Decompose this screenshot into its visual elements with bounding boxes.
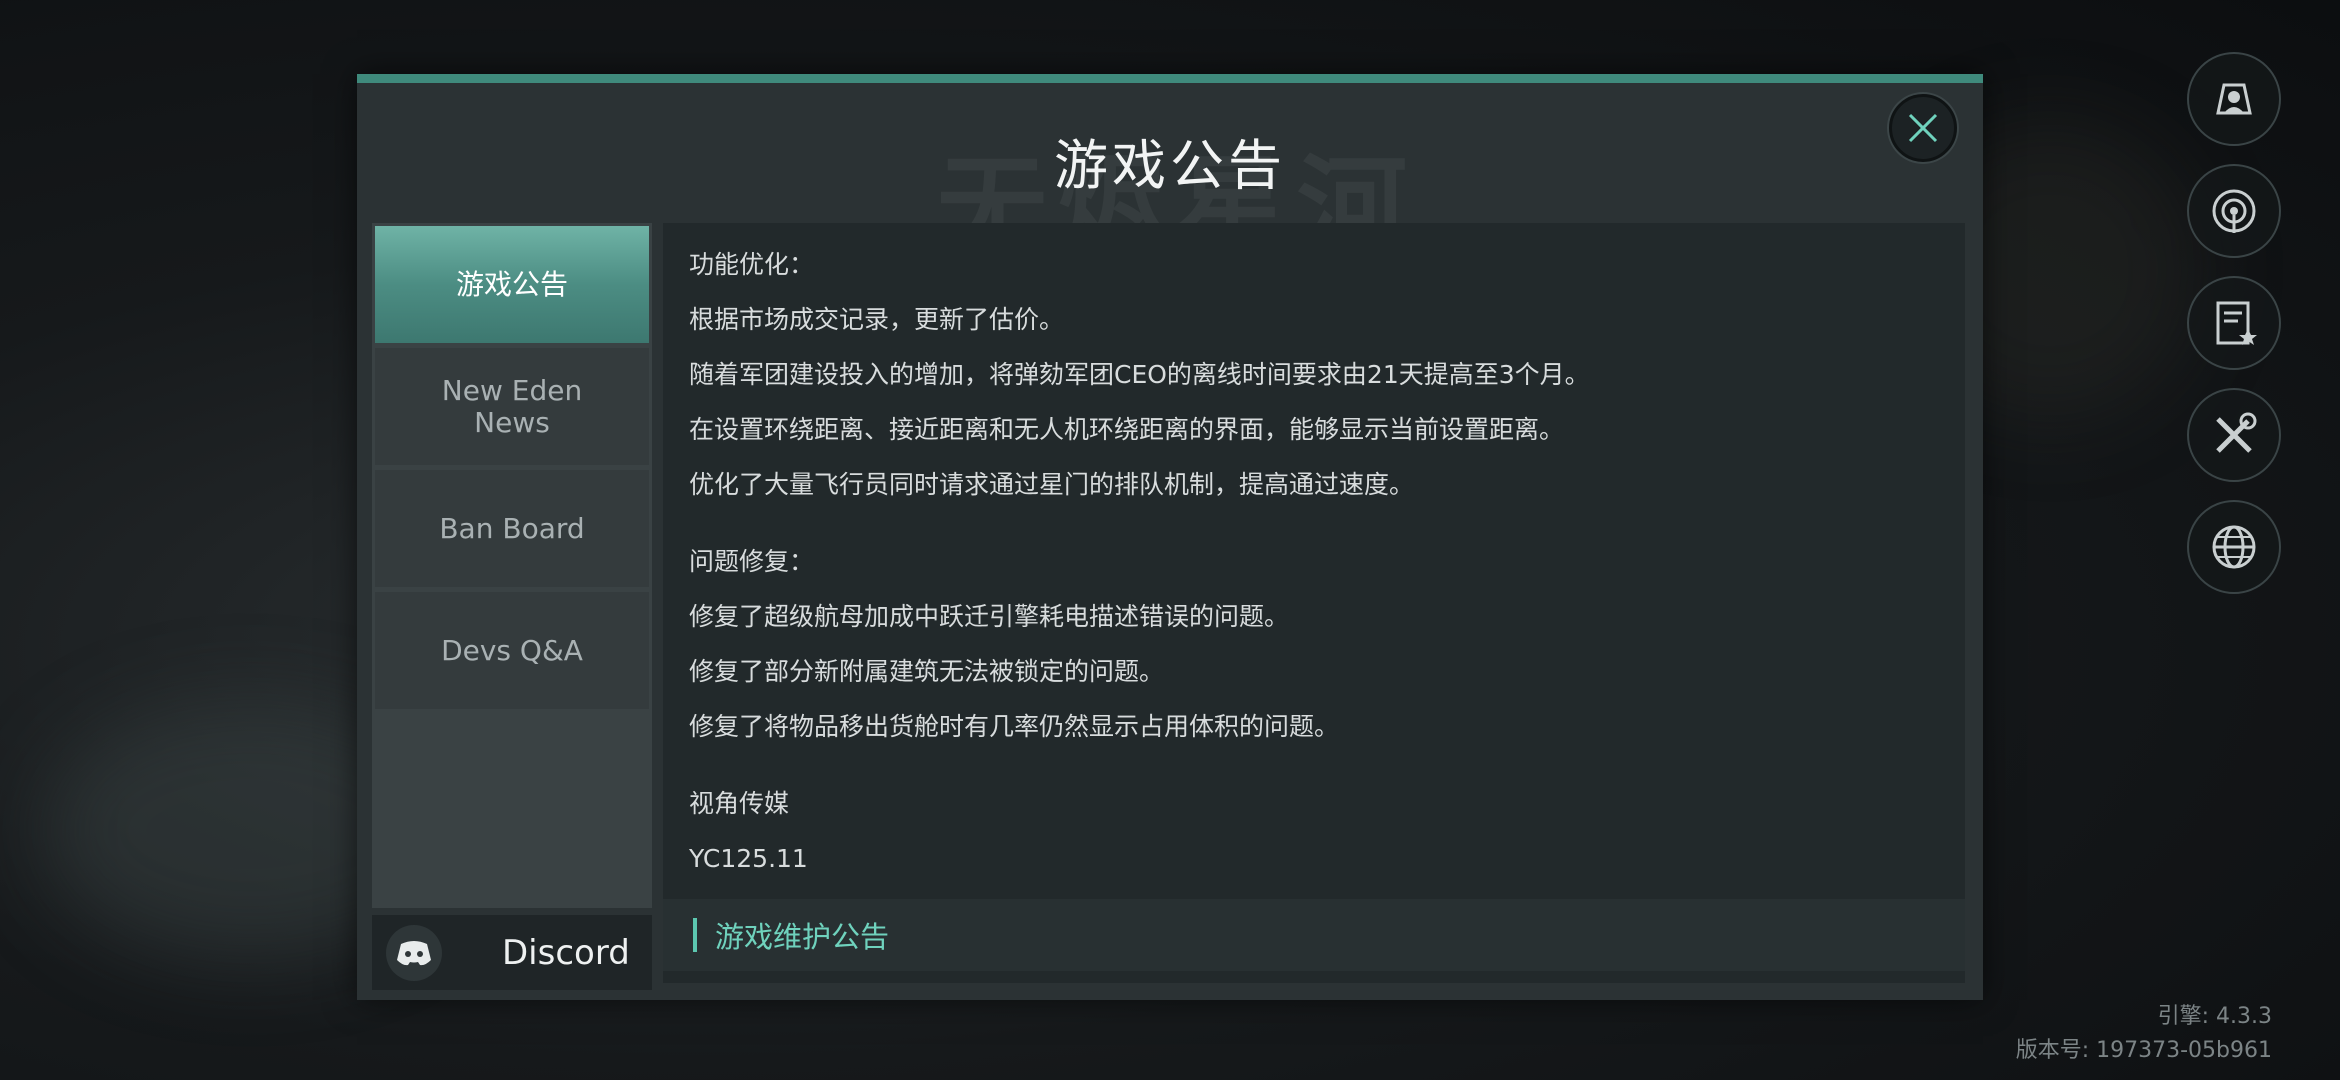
language-button[interactable]	[2187, 500, 2281, 594]
content-line: 修复了将物品移出货舱时有几率仍然显示占用体积的问题。	[689, 712, 1340, 741]
discord-icon	[386, 924, 442, 981]
announcement-content[interactable]: 功能优化： 根据市场成交记录，更新了估价。 随着军团建设投入的增加，将弹劾军团C…	[663, 223, 1965, 983]
settings-button[interactable]	[2187, 388, 2281, 482]
tab-label: 游戏公告	[455, 267, 568, 301]
build-version: 版本号: 197373-05b961	[2015, 1038, 2272, 1063]
content-line: 修复了部分新附属建筑无法被锁定的问题。	[689, 657, 1165, 686]
dialog-title: 游戏公告	[1054, 134, 1286, 197]
section-heading: 问题修复：	[689, 547, 815, 576]
tab-devs-qa[interactable]: Devs Q&A	[375, 592, 649, 709]
announcement-dialog: 无烬星河 游戏公告 游戏公告 New Eden News Ban Board De…	[357, 74, 1983, 1000]
close-button[interactable]	[1889, 94, 1957, 162]
accent-bar	[693, 918, 697, 952]
profile-icon	[2216, 83, 2252, 115]
notes-button[interactable]	[2187, 276, 2281, 370]
notes-icon	[2216, 301, 2257, 345]
tab-game-announcement[interactable]: 游戏公告	[375, 226, 649, 343]
date-stamp: YC125.11	[689, 844, 808, 873]
tab-label: New Eden News	[441, 373, 583, 439]
discord-button[interactable]: Discord	[372, 915, 652, 990]
tab-label: Ban Board	[439, 511, 585, 545]
tab-ban-board[interactable]: Ban Board	[375, 470, 649, 587]
maintenance-announcement-link[interactable]: 游戏维护公告	[663, 899, 1965, 971]
content-line: 随着军团建设投入的增加，将弹劾军团CEO的离线时间要求由21天提高至3个月。	[689, 360, 1590, 389]
announcement-text: 功能优化： 根据市场成交记录，更新了估价。 随着军团建设投入的增加，将弹劾军团C…	[689, 237, 1945, 886]
section-heading: 功能优化：	[689, 250, 815, 279]
signal-button[interactable]	[2187, 164, 2281, 258]
discord-label: Discord	[502, 932, 630, 973]
engine-version: 引擎: 4.3.3	[2157, 1004, 2272, 1029]
maintenance-announcement-label: 游戏维护公告	[715, 920, 890, 954]
content-line: 在设置环绕距离、接近距离和无人机环绕距离的界面，能够显示当前设置距离。	[689, 415, 1565, 444]
announcement-category-list: 游戏公告 New Eden News Ban Board Devs Q&A	[372, 223, 652, 908]
signal-icon	[2212, 189, 2256, 233]
profile-button[interactable]	[2187, 52, 2281, 146]
globe-icon	[2212, 525, 2256, 569]
content-line: 根据市场成交记录，更新了估价。	[689, 305, 1065, 334]
tools-icon	[2216, 412, 2257, 453]
content-line: 修复了超级航母加成中跃迁引擎耗电描述错误的问题。	[689, 602, 1290, 631]
tab-new-eden-news[interactable]: New Eden News	[375, 348, 649, 465]
close-icon	[1908, 113, 1938, 143]
content-line: 优化了大量飞行员同时请求通过星门的排队机制，提高通过速度。	[689, 470, 1415, 499]
tab-label: Devs Q&A	[441, 633, 583, 667]
signature: 视角传媒	[689, 789, 790, 818]
